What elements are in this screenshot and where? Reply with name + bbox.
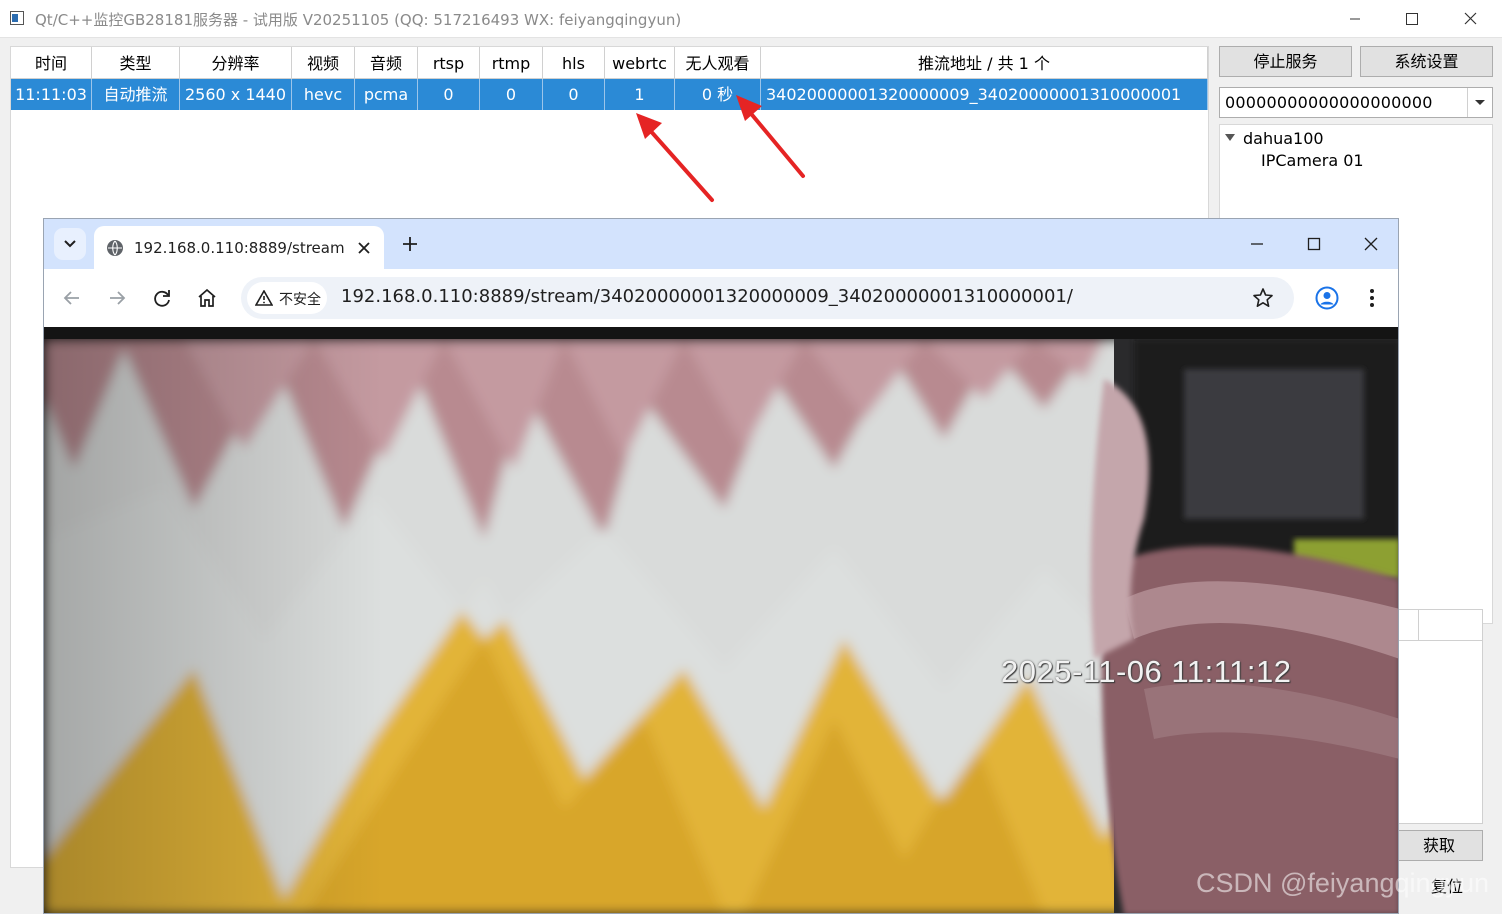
watermark: CSDN @feiyangqingyun <box>1196 868 1490 898</box>
arrow-to-idle <box>736 95 805 178</box>
arrow-to-webrtc <box>636 113 714 202</box>
annotation-arrows <box>636 95 805 202</box>
